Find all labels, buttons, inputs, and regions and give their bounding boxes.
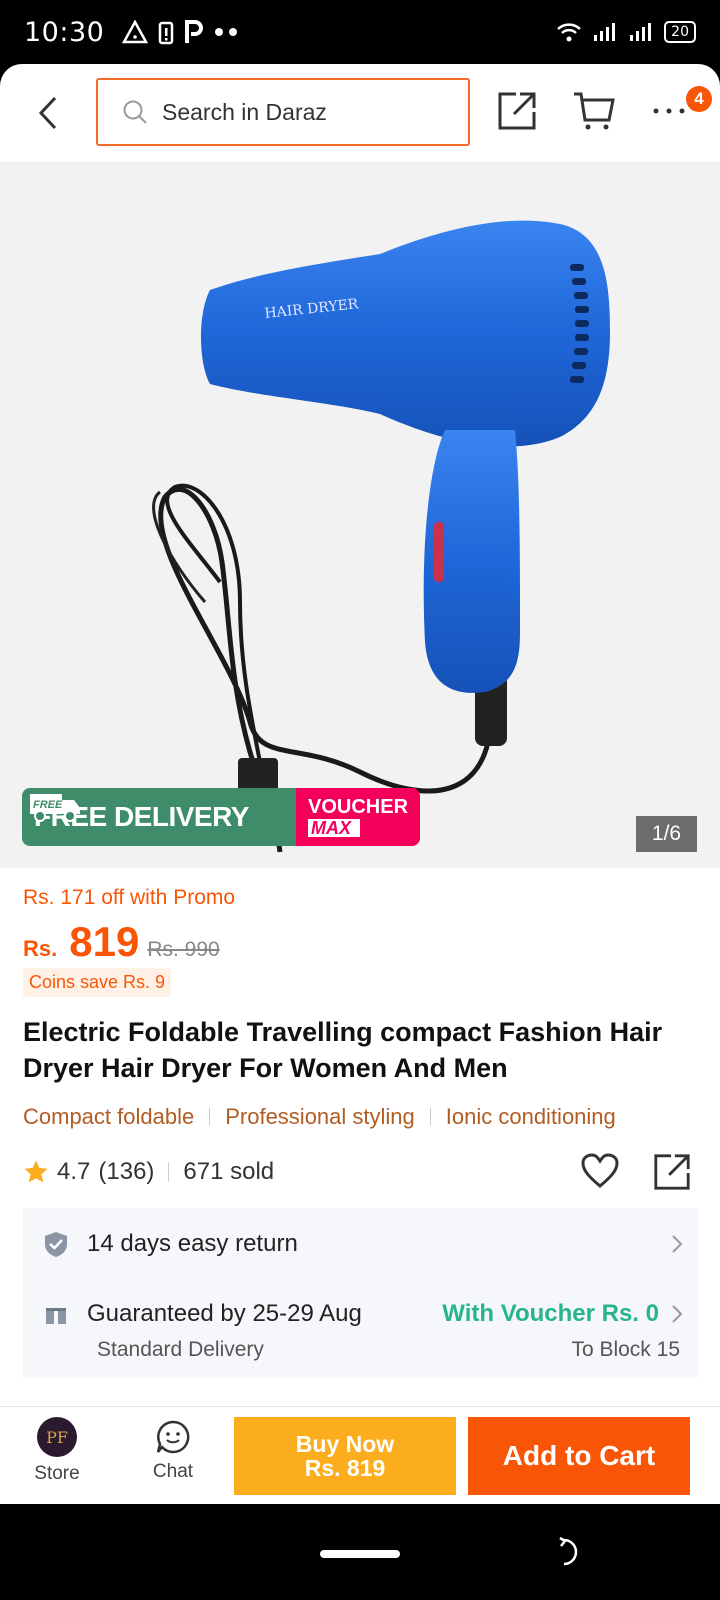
rotate-back-icon [559, 1536, 578, 1566]
return-policy-row[interactable]: 14 days easy return [43, 1230, 683, 1258]
chat-label: Chat [152, 1461, 194, 1482]
review-count: (136) [98, 1158, 155, 1185]
product-title: Electric Foldable Travelling compact Fas… [23, 1017, 663, 1083]
buy-now-label: Buy Now [295, 1431, 395, 1457]
chevron-right-icon [672, 1235, 683, 1253]
tag-item[interactable]: Professional styling [225, 1104, 415, 1130]
power-switch [434, 522, 444, 582]
voucher-max-text: MAX [308, 819, 360, 837]
more-notifications-icon [215, 28, 238, 36]
cart-icon [574, 92, 615, 130]
rating-divider [168, 1162, 170, 1182]
signal-icon [594, 23, 616, 41]
delivery-type: Standard Delivery [97, 1338, 264, 1361]
back-button[interactable] [30, 90, 66, 136]
chevron-right-icon [672, 1305, 683, 1323]
tag-item[interactable]: Compact foldable [23, 1104, 194, 1130]
price-row: Rs. 819 Rs. 990 [23, 918, 220, 966]
delivery-truck-icon: FREE [30, 794, 80, 822]
rating-row[interactable]: 4.7 (136) 671 sold [23, 1158, 274, 1186]
coins-badge: Coins save Rs. 9 [23, 968, 172, 997]
product-image-gallery[interactable]: HAIR DRYER FREE FREE DELIVERY VOUCHER MA… [0, 162, 720, 868]
heart-icon [581, 1153, 619, 1188]
tag-separator [429, 1108, 431, 1126]
battery-alert-icon [159, 21, 174, 45]
voucher-text: VOUCHER [308, 796, 409, 818]
chat-icon [156, 1420, 190, 1454]
buy-now-price: Rs. 819 [304, 1455, 386, 1481]
rating-value: 4.7 [57, 1158, 91, 1185]
price-currency: Rs. [23, 936, 58, 961]
image-page-indicator: 1/6 [636, 816, 697, 852]
more-dots-icon [653, 108, 685, 114]
status-notification-icons [122, 19, 238, 45]
tag-separator [209, 1108, 211, 1126]
free-delivery-badge: FREE FREE DELIVERY [22, 788, 296, 846]
buy-now-button[interactable]: Buy Now Rs. 819 [234, 1417, 456, 1495]
share-icon [498, 92, 536, 130]
signal-icon-2 [630, 23, 652, 41]
svg-text:FREE: FREE [33, 799, 63, 811]
status-system-icons: 20 [556, 21, 696, 43]
store-logo: PF [37, 1417, 77, 1457]
more-menu-button[interactable] [652, 94, 686, 133]
back-arrow-icon [38, 96, 57, 130]
chat-button[interactable]: Chat [138, 1419, 208, 1483]
parking-app-icon [185, 20, 204, 43]
tag-item[interactable]: Ionic conditioning [446, 1104, 616, 1130]
return-policy-text: 14 days easy return [87, 1230, 298, 1257]
share-icon [654, 1154, 690, 1190]
search-placeholder: Search in Daraz [162, 98, 327, 125]
delivery-guarantee-text: Guaranteed by 25-29 Aug [87, 1300, 362, 1327]
store-label: Store [34, 1463, 80, 1484]
voucher-max-badge: VOUCHER MAX [296, 788, 420, 846]
store-button[interactable]: PF Store [22, 1417, 92, 1485]
product-tags: Compact foldable Professional styling Io… [23, 1104, 703, 1130]
wishlist-button[interactable] [580, 1152, 620, 1195]
sold-count: 671 sold [183, 1158, 275, 1185]
delivery-voucher-text: With Voucher Rs. 0 [442, 1300, 659, 1327]
delivery-box-icon [46, 1304, 66, 1324]
battery-icon: 20 [664, 21, 696, 43]
search-icon [123, 100, 147, 124]
star-icon [24, 1160, 48, 1183]
add-to-cart-button[interactable]: Add to Cart [468, 1417, 690, 1495]
price-value: 819 [69, 918, 140, 965]
free-delivery-voucher-banner: FREE FREE DELIVERY VOUCHER MAX [22, 788, 420, 846]
product-image: HAIR DRYER [152, 220, 610, 853]
service-box: 14 days easy return Guaranteed by 25-29 … [23, 1208, 698, 1378]
delivery-destination: To Block 15 [571, 1338, 680, 1361]
search-input[interactable]: Search in Daraz [96, 78, 470, 146]
system-back-button[interactable] [556, 1536, 588, 1573]
cart-button[interactable] [572, 90, 616, 137]
shield-check-icon [45, 1232, 67, 1257]
delivery-row[interactable]: Guaranteed by 25-29 Aug With Voucher Rs.… [43, 1300, 683, 1328]
home-gesture-pill[interactable] [320, 1550, 400, 1558]
top-bar: Search in Daraz 4 [0, 64, 720, 162]
product-page: Search in Daraz 4 HAIR DRYER FREE FREE D… [0, 64, 720, 1504]
wifi-icon [557, 23, 582, 42]
status-bar: 10:30 20 [0, 0, 720, 64]
system-nav-bar [0, 1504, 720, 1600]
warning-icon [122, 20, 149, 44]
share-product-button[interactable] [652, 1152, 692, 1197]
original-price: Rs. 990 [147, 938, 220, 961]
status-time: 10:30 [24, 16, 105, 48]
share-button[interactable] [496, 90, 538, 137]
promo-text: Rs. 171 off with Promo [23, 886, 236, 909]
notification-badge: 4 [686, 86, 712, 112]
bottom-action-bar: PF Store Chat Buy Now Rs. 819 Add to Car… [0, 1406, 720, 1504]
